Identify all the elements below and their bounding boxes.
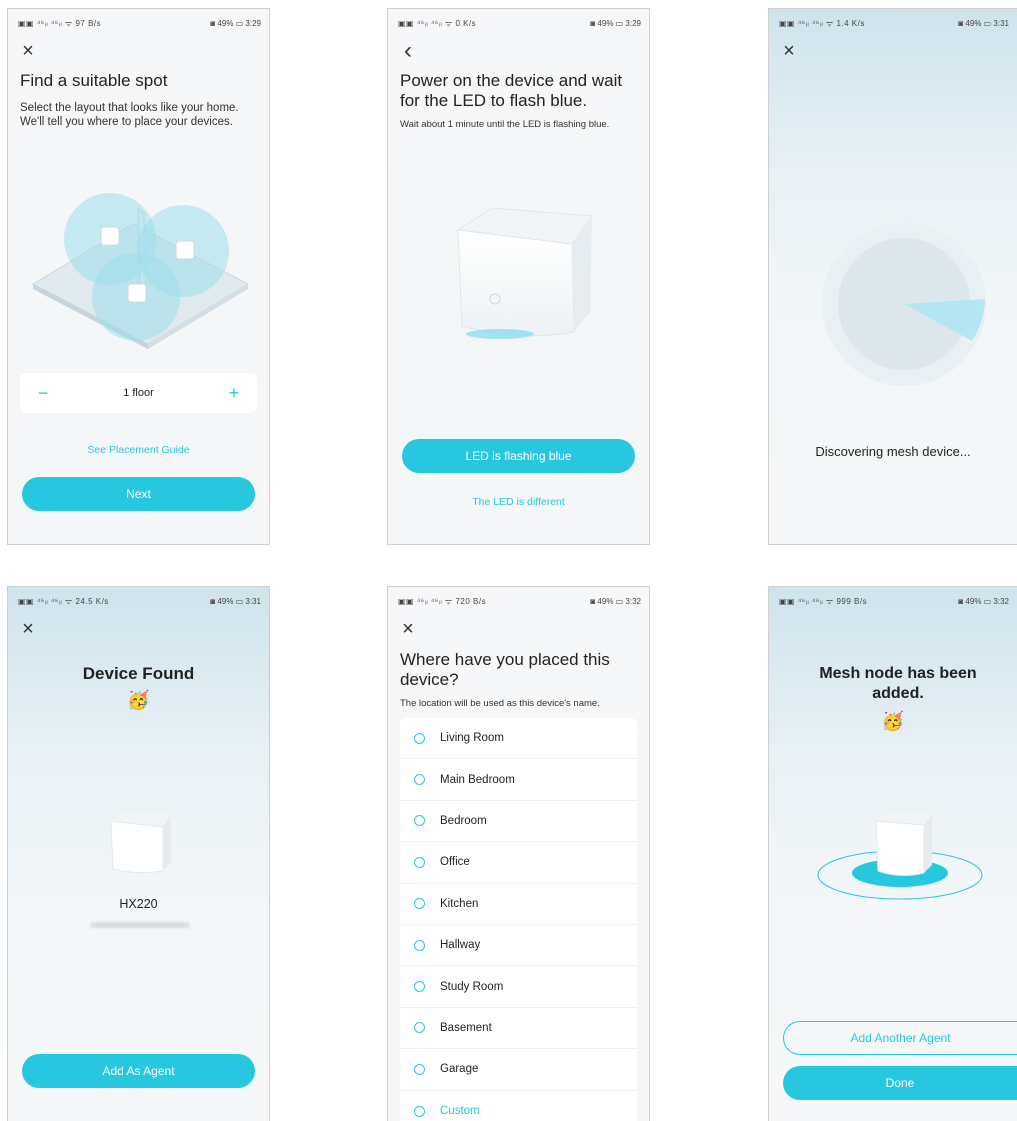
status-bar: ▣▣ ⁴⁶ᵢₗ ⁴⁶ᵢₗ ᯤ 0 K/s ◙ 49% ▭ 3:29 [398, 17, 641, 29]
location-list: Living Room Main Bedroom Bedroom Office … [400, 718, 637, 1121]
page-title: Device Found [82, 664, 195, 683]
list-item[interactable]: Living Room [400, 718, 637, 760]
status-left: ▣▣ ⁴⁶ᵢₗ ⁴⁶ᵢₗ ᯤ 1.4 K/s [779, 18, 865, 28]
router-cube-c [127, 283, 147, 303]
placement-guide-link[interactable]: See Placement Guide [8, 444, 269, 456]
router-cube-a [100, 226, 120, 246]
radio-icon [414, 898, 425, 910]
next-button[interactable]: Next [22, 477, 255, 511]
list-item[interactable]: Garage [400, 1049, 637, 1091]
router-ring-illustration [817, 811, 983, 900]
status-left: ▣▣ ⁴⁶ᵢₗ ⁴⁶ᵢₗ ᯤ 0 K/s [398, 18, 477, 28]
status-right: ◙ 49% ▭ 3:32 [958, 596, 1009, 606]
close-icon[interactable]: × [18, 41, 38, 61]
led-different-link[interactable]: The LED is different [388, 496, 649, 508]
list-item[interactable]: Study Room [400, 966, 637, 1008]
decrement-button[interactable]: − [34, 383, 52, 404]
status-bar: ▣▣ ⁴⁶ᵢₗ ⁴⁶ᵢₗ ᯤ 999 B/s ◙ 49% ▭ 3:32 [779, 595, 1009, 607]
done-button[interactable]: Done [783, 1066, 1017, 1100]
status-right: ◙ 49% ▭ 3:29 [590, 18, 641, 28]
device-mac-blurred [90, 922, 190, 928]
radar-scan-icon [822, 222, 986, 386]
list-item[interactable]: Hallway [400, 925, 637, 967]
status-bar: ▣▣ ⁴⁶ᵢₗ ⁴⁶ᵢₗ ᯤ 97 B/s ◙ 49% ▭ 3:29 [18, 17, 261, 29]
radio-icon [414, 981, 425, 993]
party-icon: 🥳 [881, 711, 905, 731]
status-bar: ▣▣ ⁴⁶ᵢₗ ⁴⁶ᵢₗ ᯤ 24.5 K/s ◙ 49% ▭ 3:31 [18, 595, 261, 607]
back-icon[interactable]: ‹ [398, 39, 418, 63]
status-right: ◙ 49% ▭ 3:32 [590, 596, 641, 606]
list-item-custom[interactable]: Custom [400, 1091, 637, 1121]
page-title: Where have you placed this device? [400, 650, 610, 689]
status-right: ◙ 49% ▭ 3:31 [210, 596, 261, 606]
radio-icon [414, 732, 425, 744]
radio-icon [414, 1022, 425, 1034]
close-icon[interactable]: × [779, 41, 799, 61]
add-another-agent-button[interactable]: Add Another Agent [783, 1021, 1017, 1055]
status-left: ▣▣ ⁴⁶ᵢₗ ⁴⁶ᵢₗ ᯤ 999 B/s [779, 596, 868, 606]
device-name: HX220 [119, 897, 158, 911]
list-item[interactable]: Kitchen [400, 884, 637, 925]
page-title: Power on the device and wait for the LED… [400, 71, 623, 110]
discovering-message: Discovering mesh device... [815, 444, 971, 459]
router-cube-b [175, 240, 195, 260]
screen-placement: ▣▣ ⁴⁶ᵢₗ ⁴⁶ᵢₗ ᯤ 720 B/s ◙ 49% ▭ 3:32 × Wh… [387, 586, 650, 1121]
increment-button[interactable]: + [225, 383, 243, 404]
page-title: Find a suitable spot [20, 71, 168, 90]
list-item[interactable]: Bedroom [400, 801, 637, 843]
screen-find-spot: ▣▣ ⁴⁶ᵢₗ ⁴⁶ᵢₗ ᯤ 97 B/s ◙ 49% ▭ 3:29 × Fin… [7, 8, 270, 545]
page-subtitle: Select the layout that looks like your h… [20, 102, 239, 128]
page-title: Mesh node has been added. [819, 665, 977, 702]
status-left: ▣▣ ⁴⁶ᵢₗ ⁴⁶ᵢₗ ᯤ 720 B/s [398, 596, 487, 606]
radio-icon [414, 815, 425, 827]
router-image [110, 811, 171, 874]
screen-device-found: ▣▣ ⁴⁶ᵢₗ ⁴⁶ᵢₗ ᯤ 24.5 K/s ◙ 49% ▭ 3:31 × D… [7, 586, 270, 1121]
page-subtitle: Wait about 1 minute until the LED is fla… [400, 119, 610, 130]
radio-icon [414, 939, 425, 951]
screen-discovering: ▣▣ ⁴⁶ᵢₗ ⁴⁶ᵢₗ ᯤ 1.4 K/s ◙ 49% ▭ 3:31 × Di… [768, 8, 1017, 545]
floor-count: 1 floor [123, 387, 154, 399]
radio-icon [414, 856, 425, 868]
list-item[interactable]: Basement [400, 1008, 637, 1050]
radio-icon [414, 1063, 425, 1075]
status-right: ◙ 49% ▭ 3:29 [210, 18, 261, 28]
status-right: ◙ 49% ▭ 3:31 [958, 18, 1009, 28]
led-flashing-blue-button[interactable]: LED is flashing blue [402, 439, 635, 473]
floor-stepper: − 1 floor + [20, 373, 257, 413]
close-icon[interactable]: × [398, 619, 418, 639]
status-bar: ▣▣ ⁴⁶ᵢₗ ⁴⁶ᵢₗ ᯤ 720 B/s ◙ 49% ▭ 3:32 [398, 595, 641, 607]
screen-node-added: ▣▣ ⁴⁶ᵢₗ ⁴⁶ᵢₗ ᯤ 999 B/s ◙ 49% ▭ 3:32 Mesh… [768, 586, 1017, 1121]
radio-icon [414, 1105, 425, 1117]
status-left: ▣▣ ⁴⁶ᵢₗ ⁴⁶ᵢₗ ᯤ 97 B/s [18, 18, 102, 28]
page-subtitle: The location will be used as this device… [400, 698, 600, 709]
list-item[interactable]: Office [400, 842, 637, 884]
status-bar: ▣▣ ⁴⁶ᵢₗ ⁴⁶ᵢₗ ᯤ 1.4 K/s ◙ 49% ▭ 3:31 [779, 17, 1009, 29]
radio-icon [414, 774, 425, 786]
floor-layout-illustration [31, 193, 250, 349]
close-icon[interactable]: × [18, 619, 38, 639]
status-left: ▣▣ ⁴⁶ᵢₗ ⁴⁶ᵢₗ ᯤ 24.5 K/s [18, 596, 109, 606]
add-as-agent-button[interactable]: Add As Agent [22, 1054, 255, 1088]
party-icon: 🥳 [127, 690, 150, 710]
list-item[interactable]: Main Bedroom [400, 759, 637, 801]
router-led-illustration [456, 207, 593, 339]
screen-power-on: ▣▣ ⁴⁶ᵢₗ ⁴⁶ᵢₗ ᯤ 0 K/s ◙ 49% ▭ 3:29 ‹ Powe… [387, 8, 650, 545]
